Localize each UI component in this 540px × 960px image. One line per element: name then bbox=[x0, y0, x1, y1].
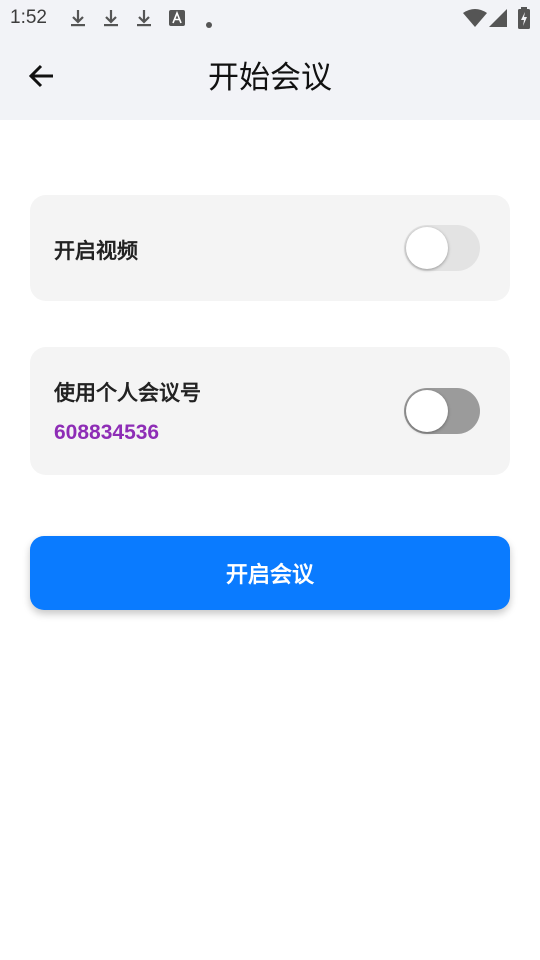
video-setting-label: 开启视频 bbox=[54, 239, 138, 263]
video-setting-card: 开启视频 bbox=[30, 195, 510, 301]
dot-icon bbox=[205, 14, 213, 33]
download-icon bbox=[68, 8, 88, 32]
video-toggle[interactable] bbox=[404, 225, 480, 271]
toggle-knob bbox=[406, 227, 448, 269]
status-time: 1:52 bbox=[10, 7, 47, 28]
personal-meeting-card: 使用个人会议号 608834536 bbox=[30, 347, 510, 475]
personal-meeting-label: 使用个人会议号 bbox=[54, 381, 201, 405]
download-icon bbox=[101, 8, 121, 32]
personal-meeting-number: 608834536 bbox=[54, 421, 160, 444]
app-bar: 开始会议 bbox=[0, 36, 540, 120]
toggle-knob bbox=[406, 390, 448, 432]
signal-icon bbox=[489, 9, 507, 31]
font-a-icon bbox=[169, 10, 185, 30]
page-title: 开始会议 bbox=[208, 60, 332, 96]
personal-meeting-toggle[interactable] bbox=[404, 388, 480, 434]
download-icon bbox=[134, 8, 154, 32]
wifi-icon bbox=[463, 9, 487, 31]
start-meeting-button[interactable]: 开启会议 bbox=[30, 536, 510, 610]
battery-charging-icon bbox=[518, 7, 530, 33]
status-bar: 1:52 bbox=[0, 0, 540, 36]
